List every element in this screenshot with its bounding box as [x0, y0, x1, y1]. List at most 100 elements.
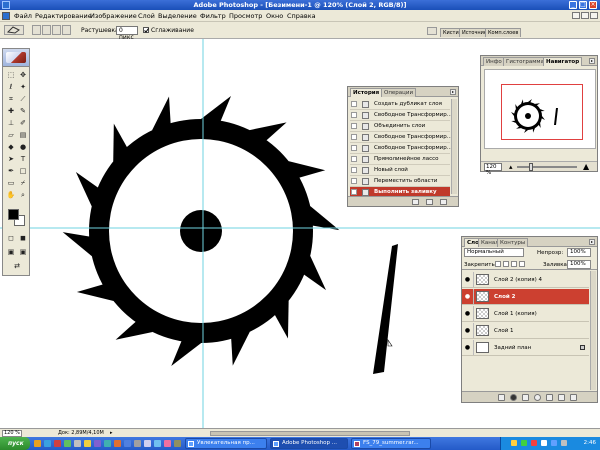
- navigator-zoom-input[interactable]: 120 %: [484, 163, 502, 176]
- crop-icon[interactable]: ⌗: [6, 94, 16, 104]
- menu-filter[interactable]: Фильтр: [200, 12, 226, 20]
- new-group-icon[interactable]: [546, 394, 553, 401]
- slice-icon[interactable]: ⟋: [18, 94, 28, 104]
- quicklaunch-folder-icon[interactable]: [34, 440, 41, 447]
- antialias-checkbox[interactable]: [143, 27, 149, 33]
- menu-help[interactable]: Справка: [287, 12, 316, 20]
- status-menu-arrow-icon[interactable]: ▸: [110, 430, 113, 436]
- link-layers-icon[interactable]: [498, 394, 505, 401]
- blur-icon[interactable]: ◆: [6, 142, 16, 152]
- subtract-selection-button[interactable]: [52, 25, 61, 35]
- menu-window[interactable]: Окно: [266, 12, 283, 20]
- tray-icon[interactable]: [531, 440, 537, 446]
- quicklaunch-ie-icon[interactable]: [44, 440, 51, 447]
- opacity-input[interactable]: 100%: [567, 248, 591, 257]
- tab-paths[interactable]: Контуры: [497, 238, 529, 247]
- taskbar-item-archive[interactable]: FS_79_summer.rar...: [351, 438, 431, 449]
- navigator-preview[interactable]: [484, 69, 596, 149]
- trash-icon[interactable]: [440, 199, 447, 205]
- menu-view[interactable]: Просмотр: [229, 12, 262, 20]
- layer-row-selected[interactable]: ● Слой 2: [462, 289, 589, 305]
- shape-icon[interactable]: □: [18, 166, 28, 176]
- well-tab-layer-comps[interactable]: Комп.слоев: [485, 28, 522, 37]
- quicklaunch-app-icon[interactable]: [84, 440, 91, 447]
- history-item[interactable]: Свободное Трансформир...: [350, 143, 452, 154]
- hand-icon[interactable]: ✋: [6, 190, 16, 200]
- volume-icon[interactable]: [561, 440, 567, 446]
- tab-histogram[interactable]: Гистограмма: [503, 57, 547, 66]
- history-item[interactable]: Переместить области: [350, 176, 450, 187]
- history-item[interactable]: Объединить слои: [350, 121, 450, 132]
- layer-visibility-toggle[interactable]: ●: [462, 306, 474, 321]
- layer-visibility-toggle[interactable]: ●: [462, 289, 474, 304]
- quickmask-mode-icon[interactable]: ◼: [18, 233, 28, 243]
- tray-icon[interactable]: [551, 440, 557, 446]
- layer-row[interactable]: ● Слой 2 (копия) 4: [462, 272, 589, 288]
- foreground-color-swatch[interactable]: [8, 209, 19, 220]
- history-brush-icon[interactable]: ✐: [18, 118, 28, 128]
- layers-menu-button[interactable]: ▸: [589, 239, 595, 245]
- layers-scrollbar[interactable]: [590, 271, 596, 390]
- layer-visibility-toggle[interactable]: ●: [462, 340, 474, 355]
- navigator-view-box[interactable]: [501, 84, 583, 140]
- new-document-from-state-icon[interactable]: [412, 199, 419, 205]
- menu-edit[interactable]: Редактирование: [35, 12, 92, 20]
- fill-input[interactable]: 100%: [567, 260, 591, 269]
- lasso-icon[interactable]: ℓ: [6, 82, 16, 92]
- layer-visibility-toggle[interactable]: ●: [462, 272, 474, 287]
- gradient-icon[interactable]: ▤: [18, 130, 28, 140]
- tool-preset-picker[interactable]: [4, 25, 24, 35]
- quicklaunch-app-icon[interactable]: [144, 440, 151, 447]
- history-menu-button[interactable]: ▸: [450, 89, 456, 95]
- menu-layer[interactable]: Слой: [138, 12, 155, 20]
- notes-icon[interactable]: ▭: [6, 178, 16, 188]
- tab-navigator[interactable]: Навигатор: [543, 57, 583, 66]
- history-source-checkbox[interactable]: [351, 167, 357, 173]
- layer-row[interactable]: ● Слой 1: [462, 323, 589, 339]
- brush-icon[interactable]: ✎: [18, 106, 28, 116]
- history-item[interactable]: Создать дубликат слоя: [350, 99, 450, 110]
- doc-restore-button[interactable]: [581, 12, 589, 19]
- start-button[interactable]: пуск: [0, 437, 30, 450]
- lock-image-checkbox[interactable]: [503, 261, 509, 267]
- quicklaunch-app-icon[interactable]: [134, 440, 141, 447]
- quicklaunch-opera-icon[interactable]: [54, 440, 61, 447]
- history-source-checkbox[interactable]: [351, 156, 357, 162]
- standard-mode-icon[interactable]: ◻: [6, 233, 16, 243]
- magic-wand-icon[interactable]: ✦: [18, 82, 28, 92]
- menu-file[interactable]: Файл: [14, 12, 32, 20]
- blend-mode-select[interactable]: Нормальный: [464, 248, 524, 257]
- adjustment-layer-icon[interactable]: [534, 394, 541, 401]
- tray-icon[interactable]: [511, 440, 517, 446]
- doc-close-button[interactable]: [590, 12, 598, 19]
- history-item[interactable]: Свободное Трансформир...: [350, 110, 452, 121]
- tab-actions[interactable]: Операции: [381, 88, 417, 97]
- quicklaunch-app-icon[interactable]: [104, 440, 111, 447]
- app-menu-icon[interactable]: [2, 12, 10, 20]
- history-source-checkbox[interactable]: [351, 101, 357, 107]
- new-selection-button[interactable]: [32, 25, 41, 35]
- trash-icon[interactable]: [570, 394, 577, 401]
- tab-info[interactable]: Инфо: [483, 57, 505, 66]
- navigator-zoom-slider[interactable]: [517, 166, 577, 168]
- horizontal-scrollbar[interactable]: [210, 431, 410, 436]
- lock-position-checkbox[interactable]: [511, 261, 517, 267]
- toolbox-header[interactable]: [3, 49, 29, 67]
- move-icon[interactable]: ✥: [18, 70, 28, 80]
- layer-style-icon[interactable]: [510, 394, 517, 401]
- history-source-checkbox[interactable]: [351, 123, 357, 129]
- status-zoom-input[interactable]: 120 %: [2, 430, 22, 437]
- navigator-menu-button[interactable]: ▸: [589, 58, 595, 64]
- menu-image[interactable]: Изображение: [90, 12, 137, 20]
- screen-mode-1-icon[interactable]: ▣: [6, 247, 16, 257]
- path-select-icon[interactable]: ➤: [6, 154, 16, 164]
- menu-select[interactable]: Выделение: [158, 12, 197, 20]
- intersect-selection-button[interactable]: [62, 25, 71, 35]
- zoom-out-icon[interactable]: ▴: [509, 163, 513, 171]
- history-item[interactable]: Новый слой: [350, 165, 450, 176]
- layer-row[interactable]: ● Слой 1 (копия): [462, 306, 589, 322]
- feather-input[interactable]: 0 пикс: [116, 26, 138, 41]
- eraser-icon[interactable]: ▱: [6, 130, 16, 140]
- close-button[interactable]: ×: [589, 1, 597, 9]
- layer-visibility-toggle[interactable]: ●: [462, 323, 474, 338]
